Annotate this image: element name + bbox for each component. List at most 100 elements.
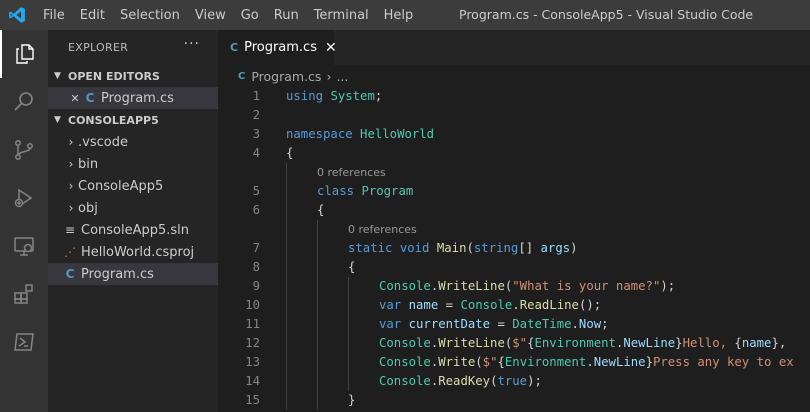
code-token: Hello, bbox=[682, 336, 735, 350]
menu-run[interactable]: Run bbox=[274, 8, 299, 23]
source-control-icon[interactable] bbox=[0, 126, 48, 174]
code-line[interactable]: 7 static void Main(string[] args) bbox=[218, 239, 810, 258]
code-token: Now bbox=[578, 317, 602, 331]
code-token: DateTime bbox=[512, 317, 572, 331]
menu-terminal[interactable]: Terminal bbox=[314, 8, 369, 23]
code-line[interactable]: 1 using System; bbox=[218, 87, 810, 106]
code-line[interactable]: 10 var name = Console.ReadLine(); bbox=[218, 296, 810, 315]
line-number: 3 bbox=[252, 127, 260, 141]
menu-view[interactable]: View bbox=[195, 8, 226, 23]
breadcrumb-file[interactable]: Program.cs bbox=[251, 69, 321, 84]
vscode-logo-icon[interactable] bbox=[8, 6, 26, 24]
tree-item-obj[interactable]: › obj bbox=[48, 197, 218, 219]
code-token: { bbox=[317, 203, 325, 217]
activity-bar bbox=[0, 30, 48, 412]
menu-go[interactable]: Go bbox=[241, 8, 259, 23]
code-token: ) bbox=[570, 241, 578, 255]
tab-program-cs[interactable]: C Program.cs ✕ bbox=[218, 30, 337, 65]
menu-edit[interactable]: Edit bbox=[80, 8, 105, 23]
code-line[interactable]: 3 namespace HelloWorld bbox=[218, 125, 810, 144]
tab-bar: C Program.cs ✕ bbox=[218, 30, 810, 65]
indent-guide bbox=[317, 220, 318, 239]
menu-selection[interactable]: Selection bbox=[120, 8, 180, 23]
line-number: 11 bbox=[245, 317, 260, 331]
line-number: 13 bbox=[245, 355, 260, 369]
code-token: { bbox=[348, 260, 356, 274]
code-line[interactable]: 15} bbox=[218, 391, 810, 410]
open-editors-section[interactable]: ▼ OPEN EDITORS bbox=[48, 65, 218, 87]
code-token: "What is your name?" bbox=[512, 279, 661, 293]
tree-item-vscode[interactable]: › .vscode bbox=[48, 131, 218, 153]
line-number: 4 bbox=[252, 146, 260, 160]
code-text: { bbox=[317, 201, 324, 220]
csharp-file-icon: C bbox=[230, 41, 239, 54]
breadcrumb-more[interactable]: ... bbox=[336, 69, 348, 84]
code-token: WriteLine bbox=[438, 336, 505, 350]
code-token: } bbox=[348, 393, 356, 407]
more-actions-icon[interactable]: ··· bbox=[184, 36, 200, 52]
code-token: name bbox=[408, 298, 439, 312]
code-token: using bbox=[286, 89, 324, 103]
menu-help[interactable]: Help bbox=[384, 8, 414, 23]
indent-guide bbox=[286, 353, 287, 372]
menu-file[interactable]: File bbox=[43, 8, 65, 23]
code-line[interactable]: 13 Console.Write($"{Environment.NewLine}P… bbox=[218, 353, 810, 372]
codelens-references[interactable]: 0 references bbox=[218, 163, 810, 182]
code-token: class bbox=[317, 184, 355, 198]
line-number: 6 bbox=[252, 203, 260, 217]
line-number: 15 bbox=[245, 393, 260, 407]
indent-guide bbox=[348, 372, 349, 391]
menu-bar: File Edit Selection View Go Run Terminal… bbox=[43, 0, 428, 30]
codelens-references[interactable]: 0 references bbox=[218, 220, 810, 239]
open-editor-item-program[interactable]: ✕ C Program.cs bbox=[48, 87, 218, 109]
code-line[interactable]: 2 bbox=[218, 106, 810, 125]
explorer-header: EXPLORER ··· bbox=[48, 30, 218, 65]
code-line[interactable]: 6{ bbox=[218, 201, 810, 220]
tree-item-label: bin bbox=[78, 156, 99, 172]
codelens-text[interactable]: 0 references bbox=[317, 163, 386, 182]
code-token: ); bbox=[660, 279, 676, 293]
chevron-down-icon: ▼ bbox=[54, 71, 61, 81]
code-line[interactable]: 12 Console.WriteLine($"{Environment.NewLi… bbox=[218, 334, 810, 353]
code-token: Press any key to ex bbox=[652, 355, 794, 369]
tab-label: Program.cs bbox=[244, 40, 317, 55]
code-token: (); bbox=[578, 298, 602, 312]
tree-item-consoleapp5[interactable]: › ConsoleApp5 bbox=[48, 175, 218, 197]
remote-explorer-icon[interactable] bbox=[0, 222, 48, 270]
code-token: var bbox=[379, 298, 402, 312]
indent-guide bbox=[317, 277, 318, 296]
run-debug-icon[interactable] bbox=[0, 174, 48, 222]
code-line[interactable]: 8{ bbox=[218, 258, 810, 277]
code-line[interactable]: 11 var currentDate = DateTime.Now; bbox=[218, 315, 810, 334]
explorer-sidebar: EXPLORER ··· ▼ OPEN EDITORS ✕ C Program.… bbox=[48, 30, 218, 412]
tree-item-label: .vscode bbox=[78, 134, 128, 150]
indent-guide bbox=[286, 163, 287, 182]
code-token: args bbox=[540, 241, 571, 255]
close-icon[interactable]: ✕ bbox=[68, 92, 82, 105]
project-section[interactable]: ▼ CONSOLEAPP5 bbox=[48, 109, 218, 131]
code-text: Console.Write($"{Environment.NewLine}Pre… bbox=[379, 353, 794, 372]
code-editor[interactable]: 1 using System; 2 3 namespace HelloWorld 4{0 … bbox=[218, 87, 810, 412]
explorer-icon[interactable] bbox=[0, 30, 48, 78]
tree-item-program[interactable]: C Program.cs bbox=[48, 263, 218, 285]
code-line[interactable]: 4{ bbox=[218, 144, 810, 163]
indent-guide bbox=[317, 372, 318, 391]
code-token: currentDate bbox=[408, 317, 491, 331]
code-line[interactable]: 5 class Program bbox=[218, 182, 810, 201]
tree-item-bin[interactable]: › bin bbox=[48, 153, 218, 175]
powershell-icon[interactable] bbox=[0, 318, 48, 366]
code-line[interactable]: 14 Console.ReadKey(true); bbox=[218, 372, 810, 391]
search-icon[interactable] bbox=[0, 78, 48, 126]
code-token: . bbox=[512, 298, 520, 312]
close-icon[interactable]: ✕ bbox=[325, 40, 337, 56]
tree-item-csproj[interactable]: ⋰ HelloWorld.csproj bbox=[48, 241, 218, 263]
codelens-text[interactable]: 0 references bbox=[348, 220, 417, 239]
tree-item-sln[interactable]: ≡ ConsoleApp5.sln bbox=[48, 219, 218, 241]
code-text: namespace HelloWorld bbox=[286, 125, 434, 144]
indent-guide bbox=[286, 296, 287, 315]
code-line[interactable]: 9 Console.WriteLine("What is your name?")… bbox=[218, 277, 810, 296]
code-token: ReadKey bbox=[438, 374, 491, 388]
code-text: static void Main(string[] args) bbox=[348, 239, 578, 258]
extensions-icon[interactable] bbox=[0, 270, 48, 318]
